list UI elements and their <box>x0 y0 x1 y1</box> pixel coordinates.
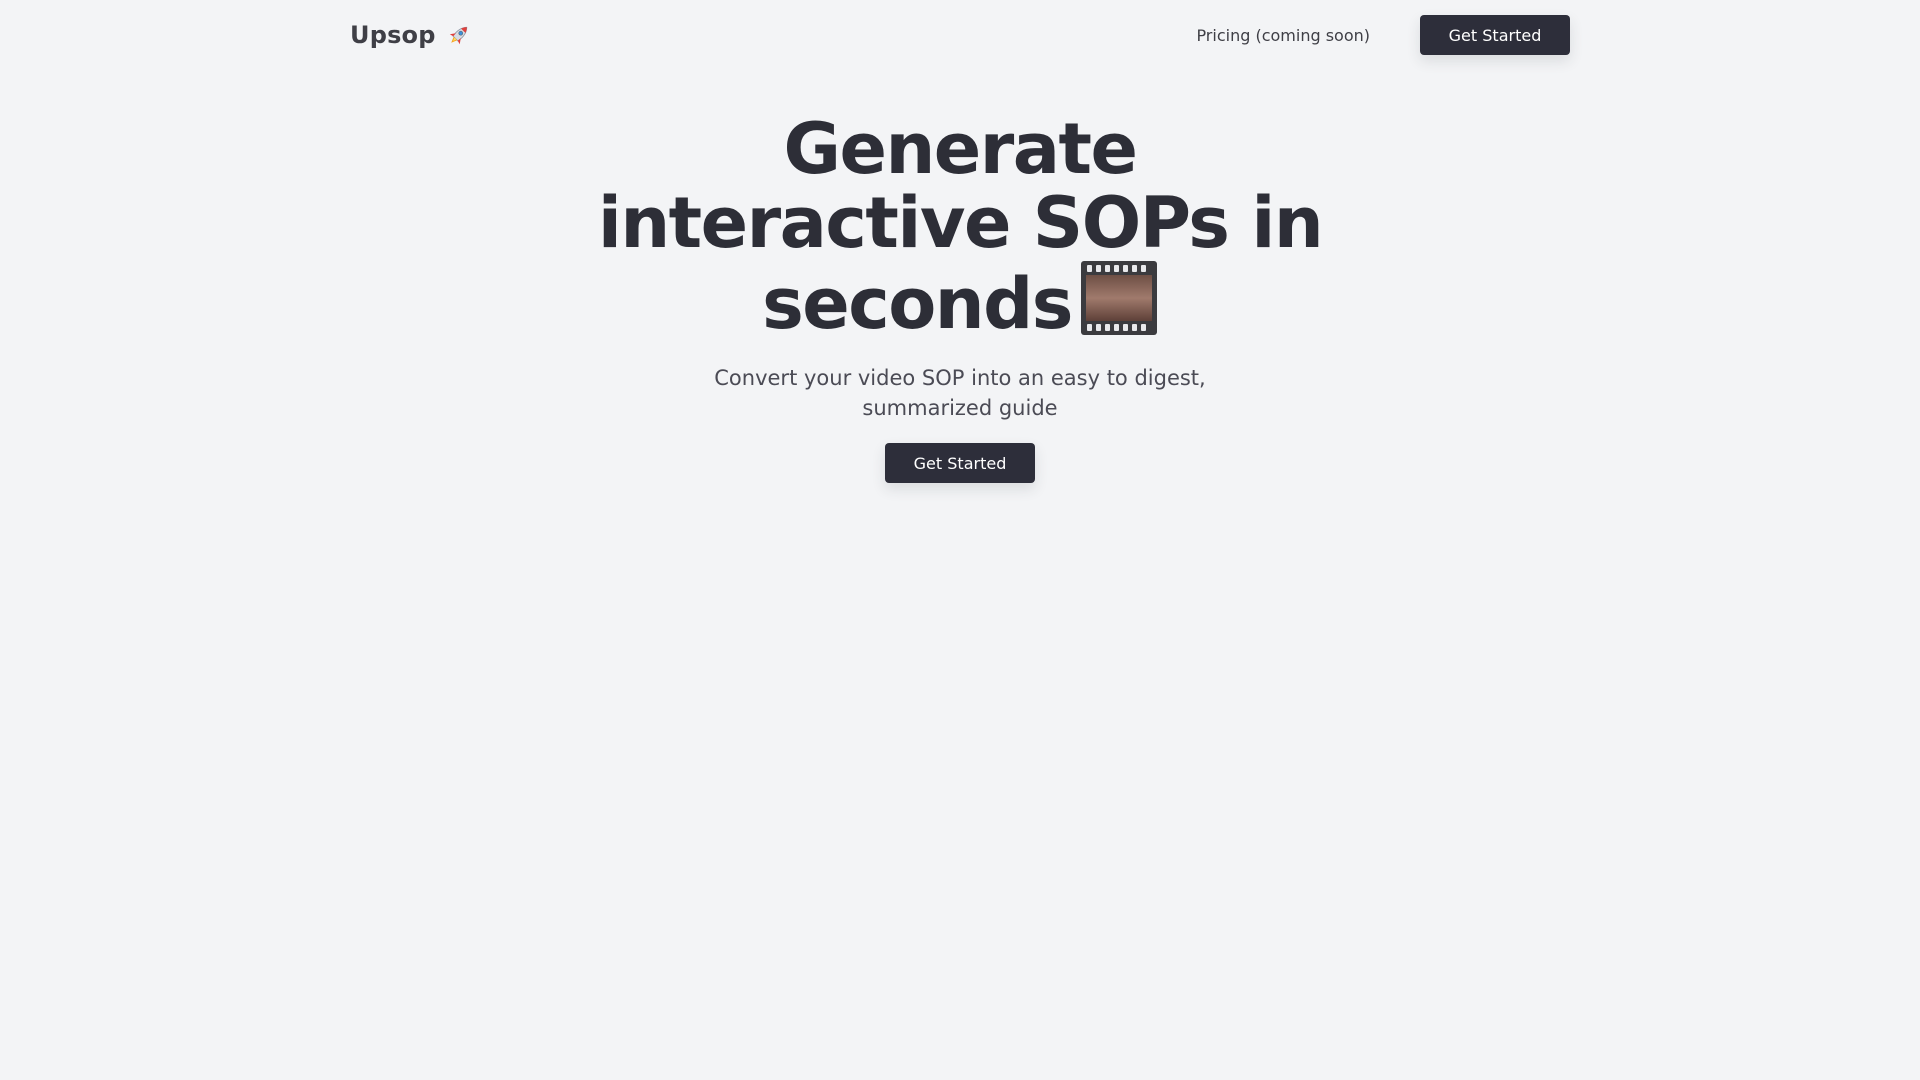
header-nav: Pricing (coming soon) Get Started <box>1196 15 1570 55</box>
rocket-icon <box>446 22 472 48</box>
hero-section: Generate interactive SOPs in seconds Con… <box>0 112 1920 483</box>
pricing-link[interactable]: Pricing (coming soon) <box>1196 26 1370 45</box>
header-get-started-button[interactable]: Get Started <box>1420 15 1570 55</box>
hero-title: Generate interactive SOPs in seconds <box>597 108 1324 341</box>
brand-name: Upsop <box>350 21 436 49</box>
hero-subtitle: Convert your video SOP into an easy to d… <box>714 366 1206 420</box>
landing-page: Upsop Pricing (coming soon) Get Started … <box>0 0 1920 1080</box>
hero-title-line-3: seconds <box>762 263 1073 345</box>
film-frames-icon <box>1080 260 1158 336</box>
hero-title-line-2: interactive SOPs in <box>597 182 1324 264</box>
site-header: Upsop Pricing (coming soon) Get Started <box>350 15 1570 55</box>
brand-logo-link[interactable]: Upsop <box>350 21 472 49</box>
hero-get-started-button[interactable]: Get Started <box>885 443 1035 483</box>
hero-title-line-1: Generate <box>783 108 1138 190</box>
hero-title-line-3-wrapper: seconds <box>598 260 1322 341</box>
